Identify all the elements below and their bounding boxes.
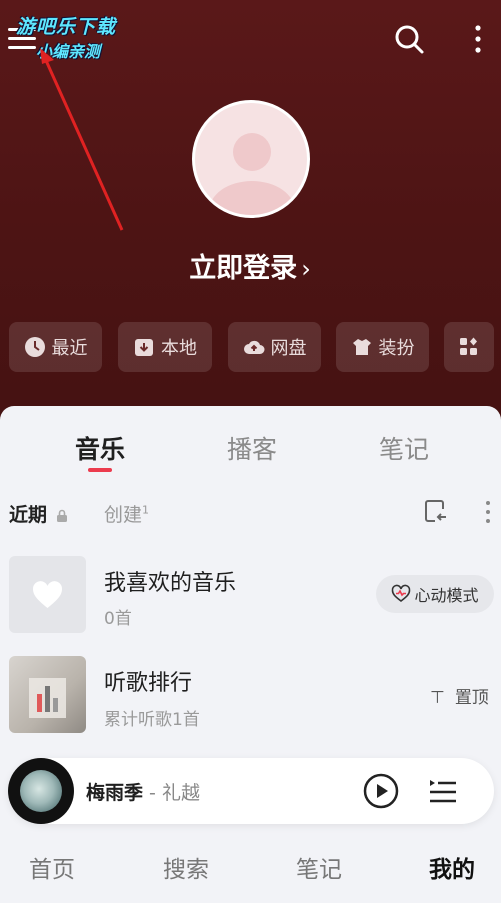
quick-more-button[interactable] [444,322,494,372]
tab-notes[interactable]: 笔记 [354,430,454,466]
grid-icon [458,336,480,358]
watermark-line1: 游吧乐下载 [16,16,117,38]
ranking-cover[interactable] [9,656,86,733]
now-playing-separator: - [143,782,162,804]
now-playing-disc[interactable] [8,758,74,824]
ranking-title[interactable]: 听歌排行 [104,665,192,697]
liked-music-count: 0首 [104,609,132,629]
now-playing-title: 梅雨季 [86,782,144,804]
quick-local-label: 本地 [161,338,197,359]
quick-recent-button[interactable]: 最近 [9,322,102,372]
annotation-arrow [40,48,124,231]
lock-icon [56,509,67,522]
ranking-cover-art [29,678,66,718]
more-options-icon[interactable] [482,499,494,525]
clock-icon [24,336,46,358]
heart-icon [32,581,63,608]
subtab-recent[interactable]: 近期 [9,500,68,527]
shirt-icon [351,336,373,358]
pin-top-button[interactable]: ⊤ 置顶 [430,683,489,708]
mini-player[interactable] [8,758,494,824]
tab-podcast[interactable]: 播客 [202,430,302,466]
nav-notes[interactable]: 笔记 [279,850,359,884]
download-box-icon [133,336,155,358]
active-tab-indicator [88,468,112,472]
avatar[interactable] [192,100,310,218]
content-panel [0,406,501,903]
nav-search[interactable]: 搜索 [146,850,226,884]
play-icon[interactable] [363,773,399,809]
now-playing-info[interactable]: 梅雨季 - 礼越 [86,778,200,805]
tab-music[interactable]: 音乐 [50,430,150,466]
pin-top-icon: ⊤ [430,688,445,708]
liked-music-title[interactable]: 我喜欢的音乐 [104,565,236,597]
subtab-created[interactable]: 创建1 [104,500,149,527]
quick-local-button[interactable]: 本地 [118,322,212,372]
heartbeat-icon [392,584,411,603]
quick-cloud-button[interactable]: 网盘 [228,322,321,372]
ranking-subtitle: 累计听歌1首 [104,710,200,730]
nav-mine[interactable]: 我的 [412,850,492,884]
login-label: 立即登录 [189,253,298,284]
heartbeat-mode-label: 心动模式 [414,586,479,605]
search-icon[interactable] [392,22,426,56]
now-playing-artist: 礼越 [161,782,200,804]
chevron-right-icon: › [301,255,311,283]
pin-top-label: 置顶 [454,688,489,708]
cloud-upload-icon [243,336,265,358]
quick-cloud-label: 网盘 [270,338,307,359]
nav-home[interactable]: 首页 [12,850,92,884]
login-button[interactable]: 立即登录 › [150,246,350,285]
quick-recent-label: 最近 [51,338,88,359]
heartbeat-mode-button[interactable]: 心动模式 [376,575,494,613]
quick-dressup-label: 装扮 [378,338,415,359]
quick-dressup-button[interactable]: 装扮 [336,322,429,372]
subtab-created-label: 创建 [104,504,143,526]
playlist-queue-icon[interactable] [428,776,458,806]
subtab-recent-label: 近期 [9,504,48,526]
created-count: 1 [142,503,150,517]
more-vertical-icon[interactable] [468,22,488,56]
import-playlist-icon[interactable] [423,499,449,525]
liked-music-cover[interactable] [9,556,86,633]
